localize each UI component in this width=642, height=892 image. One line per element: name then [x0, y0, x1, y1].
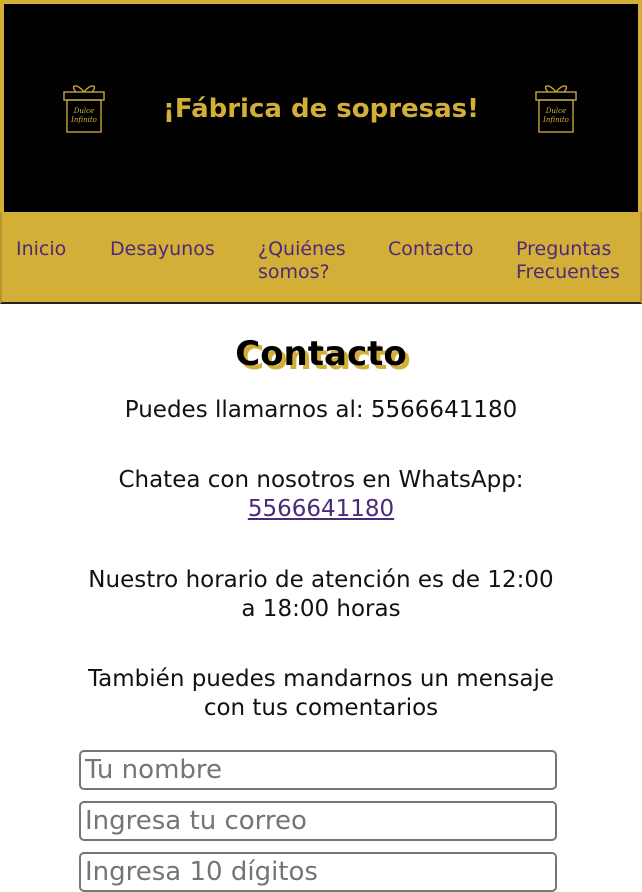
phone-text: Puedes llamarnos al: 5566641180 [124, 397, 518, 423]
logo-text-line2: Infinito [542, 116, 569, 124]
nav-item-desayunos[interactable]: Desayunos [110, 238, 215, 261]
nav-item-preguntas-frecuentes[interactable]: Preguntas Frecuentes [516, 238, 634, 284]
whatsapp-text: Chatea con nosotros en WhatsApp: [118, 467, 524, 493]
hours-text: Nuestro horario de atención es de 12:00 … [88, 567, 554, 622]
page-title: Contacto [235, 334, 407, 374]
site-header: Dulce Infinito ¡Fábrica de sopresas! Dul… [0, 0, 642, 212]
whatsapp-paragraph: Chatea con nosotros en WhatsApp: 5566641… [80, 466, 562, 524]
nav-item-contacto[interactable]: Contacto [388, 238, 474, 261]
name-input[interactable] [79, 750, 557, 790]
logo-text-line1: Dulce [545, 107, 566, 115]
nav-item-quienes-somos[interactable]: ¿Quiénes somos? [258, 238, 368, 284]
main-navigation: Inicio Desayunos ¿Quiénes somos? Contact… [0, 212, 642, 304]
message-text: También puedes mandarnos un mensaje con … [87, 666, 555, 721]
nav-item-inicio[interactable]: Inicio [16, 238, 66, 261]
whatsapp-number-link[interactable]: 5566641180 [248, 496, 394, 522]
email-input[interactable] [79, 801, 557, 841]
phone-digits-input[interactable] [79, 852, 557, 892]
gift-box-logo-icon: Dulce Infinito [535, 85, 577, 133]
